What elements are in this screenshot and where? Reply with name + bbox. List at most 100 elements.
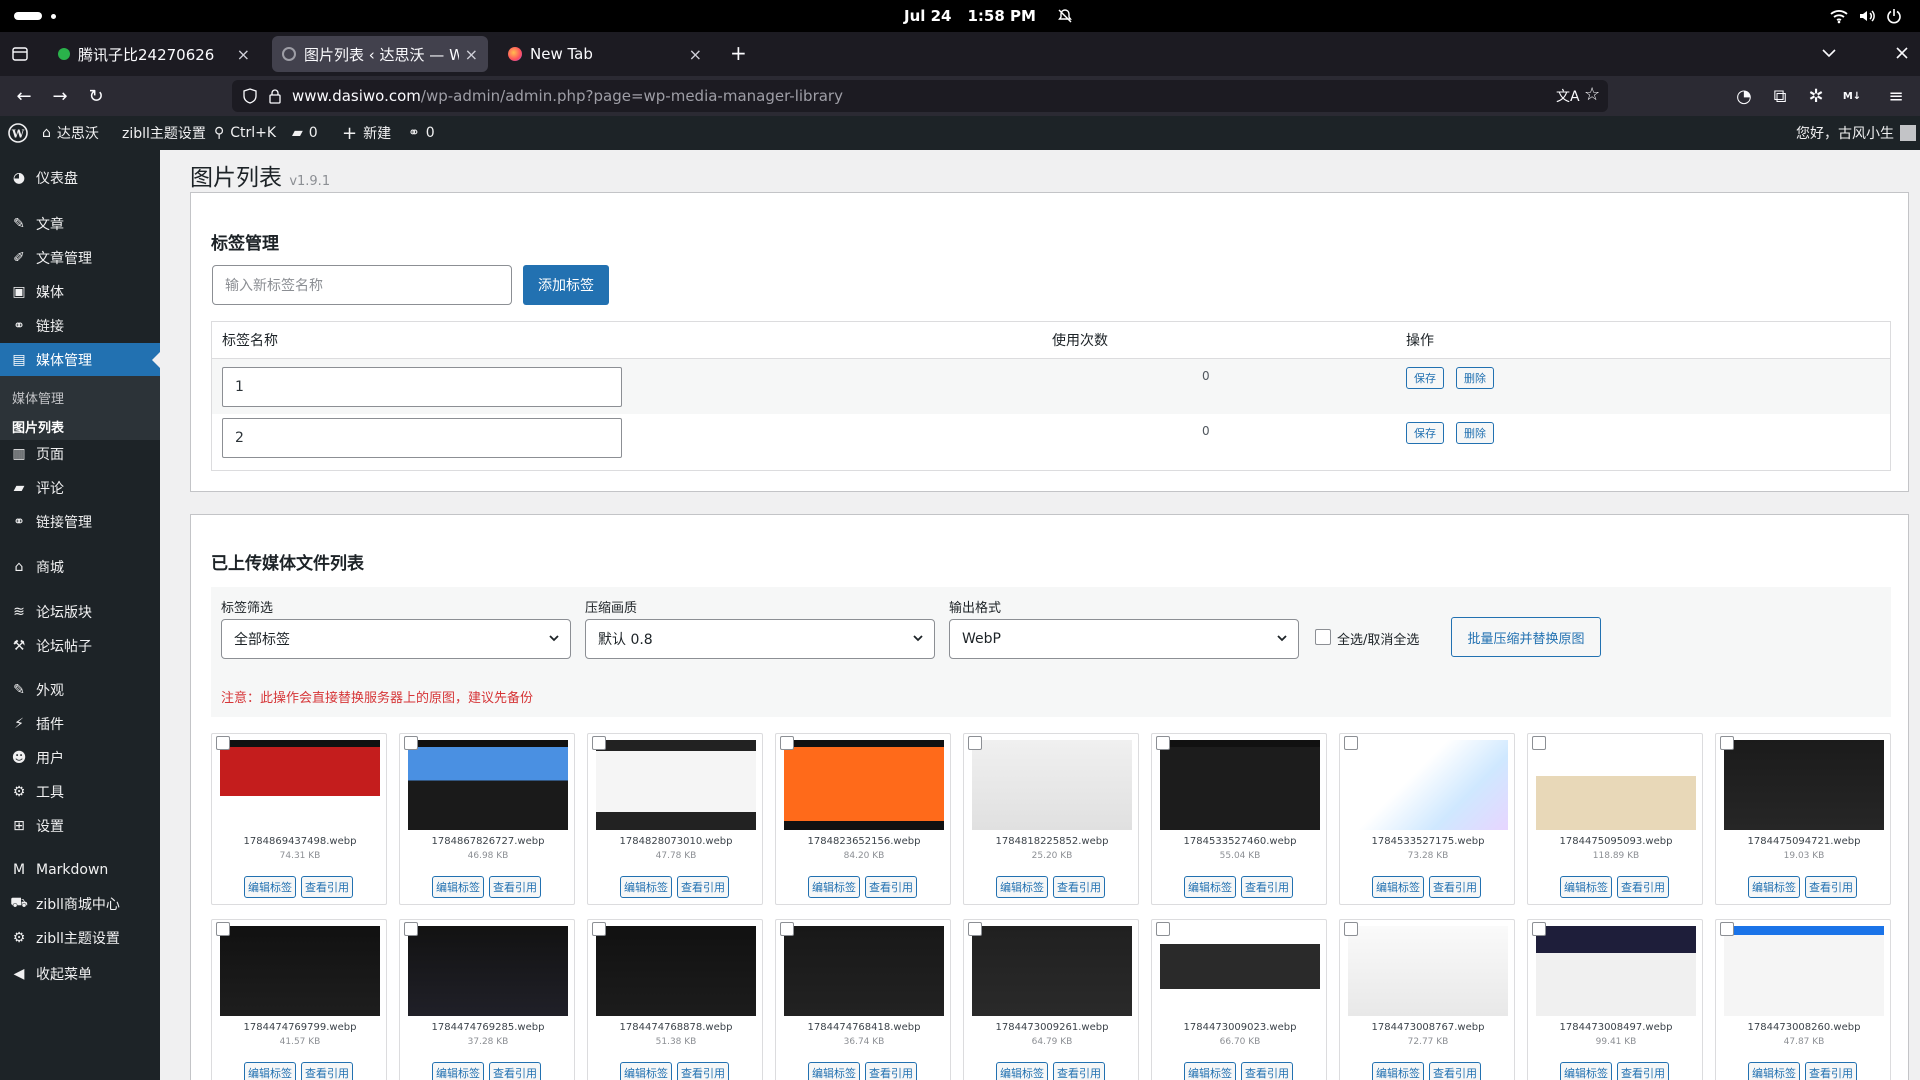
volume-icon[interactable] — [1858, 8, 1876, 24]
view-references-button[interactable]: 查看引用 — [1617, 876, 1669, 898]
media-checkbox[interactable] — [1532, 922, 1546, 936]
media-checkbox[interactable] — [404, 736, 418, 750]
media-checkbox[interactable] — [1532, 736, 1546, 750]
sidebar-item[interactable]: ⛟ zibll商城中心 — [0, 887, 160, 921]
extension-gear-icon[interactable]: ✲ — [1804, 84, 1828, 108]
save-tag-button[interactable]: 保存 — [1406, 422, 1444, 444]
add-tag-button[interactable]: 添加标签 — [523, 265, 609, 305]
sidebar-item[interactable]: ⚒ 论坛帖子 — [0, 629, 160, 663]
new-content-link[interactable]: + 新建 — [342, 116, 391, 150]
media-thumbnail[interactable] — [220, 740, 380, 830]
sidebar-item[interactable]: ☻ 用户 — [0, 741, 160, 775]
view-references-button[interactable]: 查看引用 — [301, 876, 353, 898]
sidebar-item[interactable]: ✎ 文章 — [0, 207, 160, 241]
submenu-item-image-list[interactable]: 图片列表 — [12, 417, 64, 436]
tag-name-field[interactable]: 2 — [222, 418, 622, 458]
media-checkbox[interactable] — [1156, 922, 1170, 936]
edit-tag-button[interactable]: 编辑标签 — [1184, 876, 1236, 898]
search-link[interactable]: ⚲ Ctrl+K — [214, 116, 276, 150]
sidebar-item[interactable]: ▥ 页面 — [0, 437, 160, 471]
sidebar-item[interactable]: M Markdown — [0, 853, 160, 887]
view-references-button[interactable]: 查看引用 — [1805, 876, 1857, 898]
view-references-button[interactable]: 查看引用 — [865, 1062, 917, 1080]
sidebar-item[interactable]: ✎ 外观 — [0, 673, 160, 707]
new-tag-input[interactable]: 输入新标签名称 — [212, 265, 512, 305]
activities-indicator[interactable] — [14, 12, 42, 20]
sidebar-item[interactable]: ⌂ 商城 — [0, 550, 160, 584]
edit-tag-button[interactable]: 编辑标签 — [808, 1062, 860, 1080]
sidebar-item[interactable]: ▣ 媒体 — [0, 275, 160, 309]
edit-tag-button[interactable]: 编辑标签 — [244, 1062, 296, 1080]
edit-tag-button[interactable]: 编辑标签 — [620, 1062, 672, 1080]
sidebar-item[interactable]: ▰ 评论 — [0, 471, 160, 505]
theme-settings-link[interactable]: zibll主题设置 — [122, 116, 206, 150]
view-references-button[interactable]: 查看引用 — [865, 876, 917, 898]
account-link[interactable]: 您好，古风小生 — [1796, 116, 1916, 150]
media-thumbnail[interactable] — [1724, 926, 1884, 1016]
media-thumbnail[interactable] — [408, 740, 568, 830]
power-icon[interactable] — [1886, 8, 1902, 24]
edit-tag-button[interactable]: 编辑标签 — [996, 1062, 1048, 1080]
view-references-button[interactable]: 查看引用 — [1805, 1062, 1857, 1080]
media-checkbox[interactable] — [968, 922, 982, 936]
media-thumbnail[interactable] — [972, 926, 1132, 1016]
submenu-item-media-manager[interactable]: 媒体管理 — [12, 388, 64, 407]
system-clock[interactable]: Jul 24 1:58 PM — [904, 7, 1073, 25]
edit-tag-button[interactable]: 编辑标签 — [1560, 876, 1612, 898]
media-checkbox[interactable] — [216, 736, 230, 750]
media-thumbnail[interactable] — [408, 926, 568, 1016]
sidebar-item[interactable]: ◕ 仪表盘 — [0, 161, 160, 195]
media-thumbnail[interactable] — [972, 740, 1132, 830]
media-thumbnail[interactable] — [596, 740, 756, 830]
sidebar-item[interactable]: ⚭ 链接 — [0, 309, 160, 343]
sidebar-item[interactable]: ⚙ zibll主题设置 — [0, 921, 160, 955]
sidebar-item[interactable]: ▤ 媒体管理 — [0, 343, 160, 377]
view-references-button[interactable]: 查看引用 — [1429, 1062, 1481, 1080]
edit-tag-button[interactable]: 编辑标签 — [432, 1062, 484, 1080]
view-references-button[interactable]: 查看引用 — [1617, 1062, 1669, 1080]
media-thumbnail[interactable] — [1348, 740, 1508, 830]
translate-icon[interactable]: 文A — [1556, 86, 1580, 106]
media-thumbnail[interactable] — [1724, 740, 1884, 830]
url-bar[interactable]: www.dasiwo.com/wp-admin/admin.php?page=w… — [232, 80, 1608, 112]
markdown-extension-icon[interactable]: M↓ — [1840, 84, 1864, 108]
comments-link[interactable]: ▰ 0 — [292, 116, 318, 150]
chevron-down-icon[interactable] — [1822, 48, 1836, 58]
tab-new-tab[interactable]: New Tab × — [498, 36, 712, 72]
tab-close-icon[interactable]: × — [237, 45, 250, 64]
media-checkbox[interactable] — [780, 736, 794, 750]
media-checkbox[interactable] — [1156, 736, 1170, 750]
media-checkbox[interactable] — [216, 922, 230, 936]
bulk-compress-button[interactable]: 批量压缩并替换原图 — [1451, 617, 1601, 657]
links-link[interactable]: ⚭ 0 — [408, 116, 435, 150]
sidebar-item[interactable]: ◀ 收起菜单 — [0, 957, 160, 991]
view-references-button[interactable]: 查看引用 — [677, 1062, 729, 1080]
media-thumbnail[interactable] — [1536, 740, 1696, 830]
edit-tag-button[interactable]: 编辑标签 — [620, 876, 672, 898]
tag-filter-select[interactable]: 全部标签 — [221, 619, 571, 659]
media-checkbox[interactable] — [780, 922, 794, 936]
site-name-link[interactable]: ⌂ 达思沃 — [42, 116, 99, 150]
delete-tag-button[interactable]: 删除 — [1456, 367, 1494, 389]
media-checkbox[interactable] — [592, 736, 606, 750]
media-checkbox[interactable] — [1720, 922, 1734, 936]
media-thumbnail[interactable] — [1536, 926, 1696, 1016]
sidebar-toggle-icon[interactable] — [12, 46, 28, 62]
view-references-button[interactable]: 查看引用 — [1241, 1062, 1293, 1080]
edit-tag-button[interactable]: 编辑标签 — [244, 876, 296, 898]
view-references-button[interactable]: 查看引用 — [489, 876, 541, 898]
edit-tag-button[interactable]: 编辑标签 — [1372, 1062, 1424, 1080]
sidebar-item[interactable]: ≋ 论坛版块 — [0, 595, 160, 629]
close-window-icon[interactable] — [1896, 47, 1908, 59]
lock-icon[interactable] — [268, 88, 282, 104]
media-thumbnail[interactable] — [784, 740, 944, 830]
bookmark-star-icon[interactable]: ☆ — [1584, 84, 1600, 105]
edit-tag-button[interactable]: 编辑标签 — [1748, 1062, 1800, 1080]
save-tag-button[interactable]: 保存 — [1406, 367, 1444, 389]
edit-tag-button[interactable]: 编辑标签 — [432, 876, 484, 898]
new-tab-button[interactable]: + — [730, 41, 747, 65]
media-checkbox[interactable] — [1344, 736, 1358, 750]
select-all-label[interactable]: 全选/取消全选 — [1337, 629, 1419, 648]
back-icon[interactable]: ← — [12, 84, 36, 108]
reload-icon[interactable]: ↻ — [84, 84, 108, 108]
